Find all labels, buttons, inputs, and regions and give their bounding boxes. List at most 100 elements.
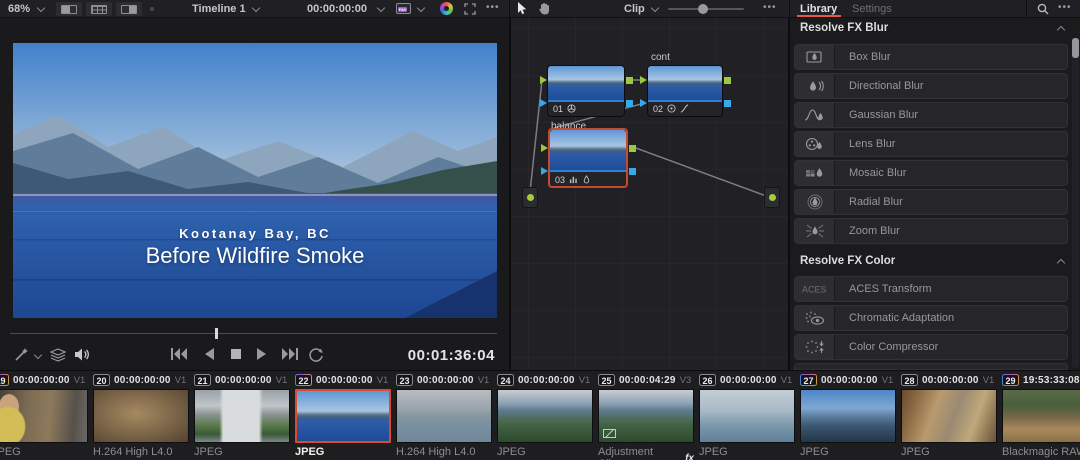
section-resolve-fx-blur[interactable]: Resolve FX Blur <box>790 20 1080 38</box>
search-icon[interactable] <box>1037 3 1049 15</box>
source-node[interactable] <box>522 187 538 208</box>
stop-button[interactable] <box>230 347 242 361</box>
fav-chevron-down-icon[interactable] <box>416 3 426 13</box>
timecode-chevron-down-icon[interactable] <box>376 3 386 13</box>
node-03[interactable]: 03 <box>541 128 636 188</box>
library-options-menu[interactable]: ••• <box>1058 2 1072 13</box>
go-to-end-button[interactable] <box>281 347 299 361</box>
clip-thumbnail[interactable] <box>93 389 189 443</box>
clip-number-badge: 22 <box>295 374 312 386</box>
clip-track: V1 <box>275 374 288 386</box>
clip-26[interactable]: 26 00:00:00:00 V1 JPEG <box>699 373 795 458</box>
pointer-tool-icon[interactable] <box>517 2 528 15</box>
clip-thumbnail[interactable] <box>497 389 593 443</box>
node-01-rgb-input-port[interactable] <box>540 76 547 84</box>
node-02-rgb-input-port[interactable] <box>640 76 647 84</box>
viewer-zoom-level[interactable]: 68% <box>8 3 30 15</box>
clip-thumbnail[interactable] <box>699 389 795 443</box>
hand-tool-icon[interactable] <box>538 2 551 15</box>
node-03-rgb-input-port[interactable] <box>541 144 548 152</box>
expand-icon[interactable] <box>464 3 476 15</box>
clip-24[interactable]: 24 00:00:00:00 V1 JPEG <box>497 373 593 458</box>
grid-viewer-icon <box>91 4 107 14</box>
clip-thumbnail[interactable] <box>194 389 290 443</box>
clip-thumbnail[interactable] <box>1002 389 1080 443</box>
clip-20[interactable]: 20 00:00:00:00 V1 H.264 High L4.0 <box>93 373 189 458</box>
tab-library[interactable]: Library <box>800 3 837 15</box>
node-02[interactable]: 02 <box>640 65 731 117</box>
library-scrollbar[interactable] <box>1072 38 1079 368</box>
color-wheel-icon[interactable] <box>440 2 453 15</box>
node-03-rgb-output-port[interactable] <box>629 145 636 152</box>
node-graph-panel[interactable]: balance cont 01 02 03 <box>510 18 789 370</box>
collapse-chevron-up-icon[interactable] <box>1056 25 1066 35</box>
clip-23[interactable]: 23 00:00:00:00 V1 H.264 High L4.0 <box>396 373 492 458</box>
grab-still-icon[interactable] <box>14 347 29 362</box>
play-reverse-button[interactable] <box>203 347 215 361</box>
collapse-chevron-up-icon[interactable] <box>1056 258 1066 268</box>
node-02-key-output-port[interactable] <box>724 100 731 107</box>
viewer-scrubber[interactable] <box>10 328 497 339</box>
clip-thumbnail[interactable] <box>0 389 88 443</box>
lut-fav-button[interactable]: FAV <box>396 3 411 14</box>
clip-27[interactable]: 27 00:00:00:00 V1 JPEG <box>800 373 896 458</box>
split-viewer-button[interactable] <box>116 2 142 16</box>
fx-item-directional-blur[interactable]: Directional Blur <box>794 73 1068 99</box>
clip-thumbnail[interactable] <box>901 389 997 443</box>
clip-chevron-down-icon[interactable] <box>650 3 660 13</box>
fx-item-zoom-blur[interactable]: Zoom Blur <box>794 218 1068 244</box>
section-resolve-fx-color[interactable]: Resolve FX Color <box>790 253 1080 271</box>
node-01-key-input-port[interactable] <box>540 99 547 107</box>
zoom-chevron-down-icon[interactable] <box>36 3 46 13</box>
section-title: Resolve FX Blur <box>800 22 889 34</box>
playhead[interactable] <box>214 328 218 339</box>
node-zoom-slider[interactable] <box>668 4 744 14</box>
clip-thumbnail[interactable] <box>396 389 492 443</box>
clip-thumbnail-selected[interactable] <box>295 389 391 443</box>
node-zoom-slider-handle[interactable] <box>698 4 708 14</box>
clip-number-badge: 20 <box>93 374 110 386</box>
node-01[interactable]: 01 <box>540 65 633 117</box>
fx-item-radial-blur[interactable]: Radial Blur <box>794 189 1068 215</box>
fx-item-box-blur[interactable]: Box Blur <box>794 44 1068 70</box>
fx-item-gaussian-blur[interactable]: Gaussian Blur <box>794 102 1068 128</box>
clip-28[interactable]: 28 00:00:00:00 V1 JPEG <box>901 373 997 458</box>
viewer-options-menu[interactable]: ••• <box>486 2 500 13</box>
directional-blur-icon <box>795 74 835 98</box>
clip-29[interactable]: 29 19:53:33:08 Blackmagic RAW <box>1002 373 1080 458</box>
output-node[interactable] <box>764 187 780 208</box>
clip-thumbnail[interactable] <box>800 389 896 443</box>
timeline-selector[interactable]: Timeline 1 <box>192 3 246 15</box>
loop-button[interactable] <box>308 347 324 362</box>
grab-still-chevron-down-icon[interactable] <box>33 350 43 360</box>
tab-settings[interactable]: Settings <box>852 3 892 15</box>
fx-item-color-compressor[interactable]: Color Compressor <box>794 334 1068 360</box>
timeline-chevron-down-icon[interactable] <box>251 3 261 13</box>
node-03-key-input-port[interactable] <box>541 167 548 175</box>
single-viewer-button[interactable] <box>56 2 82 16</box>
fx-item-partial[interactable] <box>794 363 1068 370</box>
wipe-modes-icon[interactable] <box>50 347 66 362</box>
audio-mute-icon[interactable] <box>74 347 90 362</box>
grid-viewer-button[interactable] <box>86 2 112 16</box>
clip-19[interactable]: 19 00:00:00:00 V1 JPEG <box>0 373 88 458</box>
fx-item-lens-blur[interactable]: Lens Blur <box>794 131 1068 157</box>
node-02-rgb-output-port[interactable] <box>724 77 731 84</box>
clip-22-current[interactable]: 22 00:00:00:00 V1 JPEG <box>295 373 391 458</box>
node-options-menu[interactable]: ••• <box>763 2 777 13</box>
node-03-key-output-port[interactable] <box>629 168 636 175</box>
fx-item-chromatic-adaptation[interactable]: Chromatic Adaptation <box>794 305 1068 331</box>
library-scrollbar-thumb[interactable] <box>1072 38 1079 58</box>
node-01-key-output-port[interactable] <box>626 100 633 107</box>
clip-thumbnail[interactable] <box>598 389 694 443</box>
node-view-mode[interactable]: Clip <box>624 3 645 15</box>
clip-25-adjustment[interactable]: 25 00:00:04:29 V3 Adjustment Clip fx <box>598 373 694 460</box>
clip-21[interactable]: 21 00:00:00:00 V1 JPEG <box>194 373 290 458</box>
overlay-subtitle: Kootanay Bay, BC <box>179 226 331 241</box>
fx-item-mosaic-blur[interactable]: Mosaic Blur <box>794 160 1068 186</box>
node-01-rgb-output-port[interactable] <box>626 77 633 84</box>
node-02-key-input-port[interactable] <box>640 99 647 107</box>
fx-item-aces-transform[interactable]: ACES ACES Transform <box>794 276 1068 302</box>
play-button[interactable] <box>256 347 268 361</box>
go-to-start-button[interactable] <box>170 347 188 361</box>
